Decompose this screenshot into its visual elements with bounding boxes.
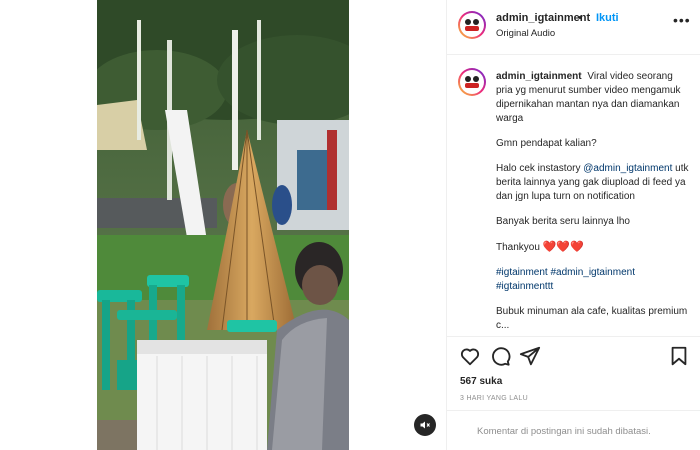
post-header: admin_igtainment • Ikuti Original Audio …	[447, 0, 700, 55]
speaker-muted-icon	[420, 421, 430, 429]
video-frame	[97, 0, 349, 450]
video-player[interactable]	[97, 0, 349, 450]
post-media	[0, 0, 447, 450]
avatar-image	[460, 13, 484, 37]
caption-more-news: Banyak berita seru lainnya lho	[496, 216, 630, 227]
avatar[interactable]	[458, 11, 486, 39]
caption-avatar[interactable]	[458, 68, 486, 96]
comment-bubble-icon[interactable]	[489, 345, 511, 367]
caption-avatar-image	[460, 70, 484, 94]
separator-dot: •	[578, 12, 582, 24]
mute-button[interactable]	[414, 414, 436, 436]
caption-username[interactable]: admin_igtainment	[496, 71, 582, 82]
audio-link[interactable]: Original Audio	[496, 28, 555, 39]
likes-count[interactable]: 567 suka	[460, 376, 502, 387]
paper-plane-icon[interactable]	[519, 345, 541, 367]
account-logo-icon	[465, 76, 479, 88]
caption-hashtags[interactable]: #igtainment #admin_igtainment #igtainmen…	[496, 266, 692, 294]
comments-limited-notice: Komentar di postingan ini sudah dibatasi…	[477, 426, 651, 437]
instagram-post: admin_igtainment • Ikuti Original Audio …	[0, 0, 700, 450]
caption-thanks: Thankyou	[496, 242, 540, 253]
post-sidebar: admin_igtainment • Ikuti Original Audio …	[447, 0, 700, 450]
account-logo-icon	[465, 19, 479, 31]
heart-outline-icon[interactable]	[459, 345, 481, 367]
action-bar	[447, 336, 700, 372]
caption-mention-prefix: Halo cek instastory	[496, 163, 581, 174]
header-username[interactable]: admin_igtainment	[496, 12, 590, 24]
caption-text: admin_igtainment Viral video seorang pri…	[496, 70, 692, 336]
hearts-emoji: ❤️❤️❤️	[542, 241, 584, 253]
caption-question: Gmn pendapat kalian?	[496, 138, 597, 149]
more-options-icon[interactable]: •••	[673, 12, 691, 28]
caption-mention-link[interactable]: @admin_igtainment	[583, 163, 672, 174]
caption-promo: Bubuk minuman ala cafe, kualitas	[496, 306, 646, 317]
comment-footer: Komentar di postingan ini sudah dibatasi…	[447, 410, 700, 450]
caption-area: admin_igtainment Viral video seorang pri…	[447, 56, 700, 336]
bookmark-icon[interactable]	[668, 345, 690, 367]
post-timestamp[interactable]: 3 HARI YANG LALU	[460, 395, 528, 402]
follow-button[interactable]: Ikuti	[596, 12, 619, 24]
